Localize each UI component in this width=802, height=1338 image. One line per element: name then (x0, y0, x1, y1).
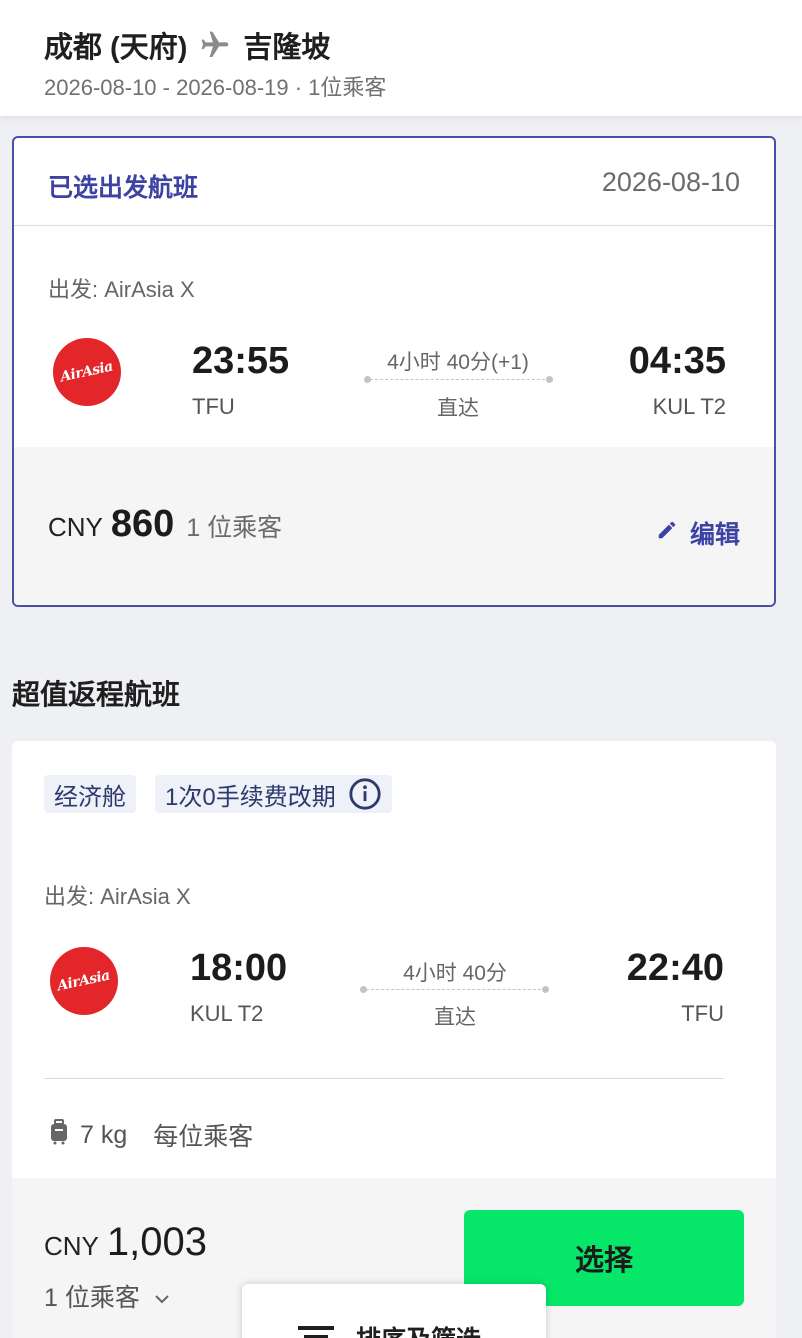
route-line (370, 379, 550, 380)
pencil-icon (656, 519, 690, 548)
sort-filter-button[interactable]: 排序及筛选 (242, 1284, 546, 1338)
price-amount: 860 (110, 503, 175, 545)
arrive-time: 04:35 (628, 340, 726, 382)
airplane-icon (199, 29, 231, 61)
section-title: 超值返程航班 (12, 679, 181, 710)
edit-label: 编辑 (689, 521, 740, 549)
depart-time: 18:00 (190, 947, 288, 989)
baggage-info: 7 kg 每位乘客 (48, 1117, 253, 1153)
passenger-count: 1 位乘客 (186, 514, 283, 542)
airline-label: 出发: AirAsia X (48, 277, 195, 302)
return-flight-card[interactable]: 经济舱 1次0手续费改期 出发: AirAsia X AirAsia 18:00… (12, 741, 776, 1338)
info-icon[interactable] (348, 777, 382, 811)
baggage-weight: 7 kg (80, 1120, 128, 1149)
cabin-class-tag: 经济舱 (44, 775, 136, 813)
airline-label: 出发: AirAsia X (44, 884, 191, 909)
free-change-tag: 1次0手续费改期 (155, 775, 392, 813)
destination-city: 吉隆坡 (243, 32, 331, 64)
currency: CNY (48, 512, 103, 542)
selected-flight-date: 2026-08-10 (601, 167, 740, 197)
sort-filter-label: 排序及筛选 (356, 1320, 481, 1338)
filter-icon (298, 1320, 356, 1338)
route-dot-end (546, 376, 553, 383)
card-divider (44, 1078, 724, 1079)
passenger-count: 1 位乘客 (44, 1284, 140, 1312)
selected-flight-title: 已选出发航班 (48, 174, 199, 202)
depart-code: TFU (192, 394, 235, 419)
selected-flight-header: 已选出发航班 2026-08-10 (14, 138, 774, 226)
selected-flight-card: 已选出发航班 2026-08-10 出发: AirAsia X AirAsia … (12, 136, 776, 607)
luggage-icon (48, 1118, 70, 1152)
route-title: 成都 (天府) 吉隆坡 (44, 24, 330, 66)
trip-header: 成都 (天府) 吉隆坡 2026-08-10 - 2026-08-19 · 1位… (0, 0, 802, 116)
airasia-logo: AirAsia (53, 338, 121, 406)
return-price: CNY 1,003 (44, 1220, 219, 1265)
route-dot-end (542, 986, 549, 993)
trip-info: 2026-08-10 - 2026-08-19 · 1位乘客 (44, 75, 387, 100)
airasia-logo: AirAsia (50, 947, 118, 1015)
stops-label: 直达 (437, 397, 479, 420)
chevron-down-icon (140, 1282, 170, 1311)
flight-duration: 4小时 40分(+1) (387, 351, 529, 374)
edit-button[interactable]: 编辑 (656, 515, 740, 551)
baggage-note: 每位乘客 (153, 1123, 254, 1151)
depart-code: KUL T2 (190, 1001, 264, 1026)
currency: CNY (44, 1231, 99, 1261)
arrive-code: KUL T2 (652, 394, 726, 419)
price-amount: 1,003 (106, 1220, 208, 1264)
flight-duration: 4小时 40分 (403, 962, 507, 985)
arrive-code: TFU (681, 1001, 724, 1026)
stops-label: 直达 (434, 1006, 476, 1029)
selected-price: CNY 860 1 位乘客 (48, 503, 282, 546)
origin-city: 成都 (天府) (44, 32, 188, 64)
selected-flight-footer: CNY 860 1 位乘客 编辑 (14, 447, 774, 605)
passenger-selector[interactable]: 1 位乘客 (44, 1278, 170, 1314)
depart-time: 23:55 (192, 340, 290, 382)
route-line (366, 989, 546, 990)
arrive-time: 22:40 (626, 947, 724, 989)
